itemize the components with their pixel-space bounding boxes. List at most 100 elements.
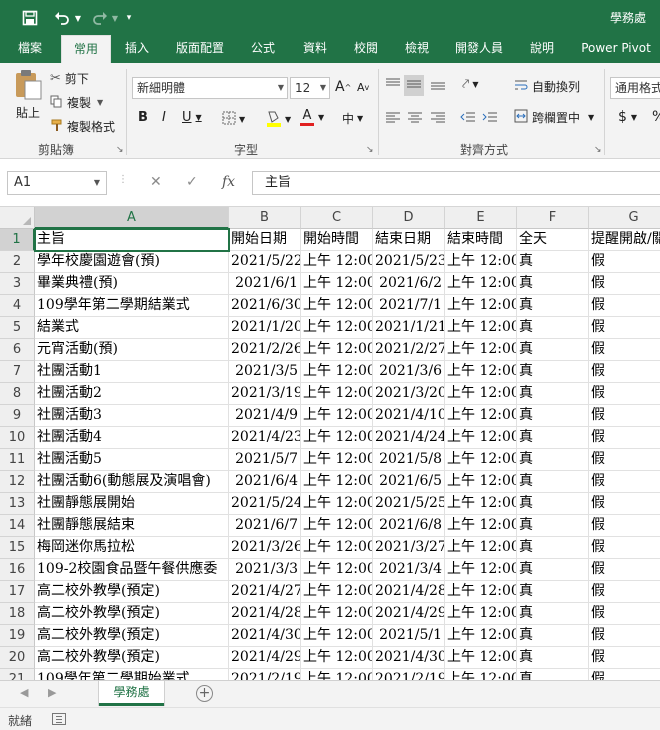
copy-button[interactable]: 複製 ▼ [50, 94, 103, 111]
row-header-10[interactable]: 10 [0, 427, 35, 449]
border-button[interactable]: ▼ [222, 111, 245, 128]
cell-d2[interactable]: 2021/5/23 [373, 251, 445, 273]
cell-f10[interactable]: 真 [517, 427, 589, 449]
align-bottom-button[interactable] [430, 77, 446, 94]
font-color-button[interactable]: A [300, 109, 314, 126]
cell-c7[interactable]: 上午 12:00 [301, 361, 373, 383]
cell-f8[interactable]: 真 [517, 383, 589, 405]
cell-a12[interactable]: 社團活動6(動態展及演唱會) [35, 471, 229, 493]
align-top-button[interactable] [385, 77, 401, 94]
cell-b20[interactable]: 2021/4/29 [229, 647, 301, 669]
cell-c3[interactable]: 上午 12:00 [301, 273, 373, 295]
cell-b5[interactable]: 2021/1/20 [229, 317, 301, 339]
row-header-6[interactable]: 6 [0, 339, 35, 361]
cell-g3[interactable]: 假 [589, 273, 660, 295]
cell-c18[interactable]: 上午 12:00 [301, 603, 373, 625]
cell-g2[interactable]: 假 [589, 251, 660, 273]
cell-f7[interactable]: 真 [517, 361, 589, 383]
worksheet-grid[interactable]: ABCDEFG 1主旨開始日期開始時間結束日期結束時間全天提醒開啟/關閉 2學年校… [0, 207, 660, 680]
cell-d16[interactable]: 2021/3/4 [373, 559, 445, 581]
cell-f16[interactable]: 真 [517, 559, 589, 581]
cell-a8[interactable]: 社團活動2 [35, 383, 229, 405]
cell-a4[interactable]: 109學年第二學期結業式 [35, 295, 229, 317]
cell-b11[interactable]: 2021/5/7 [229, 449, 301, 471]
column-header-g[interactable]: G [589, 207, 660, 229]
column-header-b[interactable]: B [229, 207, 301, 229]
tab-power-pivot[interactable]: Power Pivot [576, 35, 656, 63]
cell-e12[interactable]: 上午 12:00 [445, 471, 517, 493]
cell-c20[interactable]: 上午 12:00 [301, 647, 373, 669]
cell-c2[interactable]: 上午 12:00 [301, 251, 373, 273]
font-size-select[interactable]: 12 ▼ [290, 77, 330, 99]
redo-dropdown-icon[interactable]: ▼ [110, 8, 120, 28]
cell-b14[interactable]: 2021/6/7 [229, 515, 301, 537]
cell-b3[interactable]: 2021/6/1 [229, 273, 301, 295]
cell-b17[interactable]: 2021/4/27 [229, 581, 301, 603]
add-sheet-icon[interactable]: + [196, 685, 213, 702]
grow-font-button[interactable]: A ^ [335, 79, 351, 95]
row-header-9[interactable]: 9 [0, 405, 35, 427]
cell-d21[interactable]: 2021/2/19 [373, 669, 445, 680]
undo-dropdown-icon[interactable]: ▼ [72, 8, 84, 28]
column-header-e[interactable]: E [445, 207, 517, 229]
column-header-c[interactable]: C [301, 207, 373, 229]
cell-f4[interactable]: 真 [517, 295, 589, 317]
cell-f1[interactable]: 全天 [517, 229, 589, 251]
cell-f21[interactable]: 真 [517, 669, 589, 680]
row-header-16[interactable]: 16 [0, 559, 35, 581]
cell-b18[interactable]: 2021/4/28 [229, 603, 301, 625]
row-header-13[interactable]: 13 [0, 493, 35, 515]
cell-d7[interactable]: 2021/3/6 [373, 361, 445, 383]
sheet-tab[interactable]: 學務處 [99, 681, 164, 706]
cell-d10[interactable]: 2021/4/24 [373, 427, 445, 449]
cell-a7[interactable]: 社團活動1 [35, 361, 229, 383]
row-header-15[interactable]: 15 [0, 537, 35, 559]
cell-g20[interactable]: 假 [589, 647, 660, 669]
cell-e14[interactable]: 上午 12:00 [445, 515, 517, 537]
formula-input[interactable]: 主旨 [252, 171, 660, 195]
cell-g11[interactable]: 假 [589, 449, 660, 471]
next-sheet-icon[interactable]: ▶ [48, 686, 56, 699]
cell-a2[interactable]: 學年校慶園遊會(預) [35, 251, 229, 273]
insert-function-icon[interactable]: fx [222, 174, 235, 190]
cell-d20[interactable]: 2021/4/30 [373, 647, 445, 669]
wrap-text-button[interactable]: 自動換列 [514, 78, 580, 95]
tab-formulas[interactable]: 公式 [245, 35, 281, 63]
shrink-font-button[interactable]: Av [357, 81, 369, 94]
cell-c9[interactable]: 上午 12:00 [301, 405, 373, 427]
cell-e3[interactable]: 上午 12:00 [445, 273, 517, 295]
cell-d11[interactable]: 2021/5/8 [373, 449, 445, 471]
cell-g8[interactable]: 假 [589, 383, 660, 405]
cell-e9[interactable]: 上午 12:00 [445, 405, 517, 427]
cell-c4[interactable]: 上午 12:00 [301, 295, 373, 317]
row-header-18[interactable]: 18 [0, 603, 35, 625]
cell-b15[interactable]: 2021/3/26 [229, 537, 301, 559]
cell-a18[interactable]: 高二校外教學(預定) [35, 603, 229, 625]
cell-c17[interactable]: 上午 12:00 [301, 581, 373, 603]
cell-g12[interactable]: 假 [589, 471, 660, 493]
cell-d18[interactable]: 2021/4/29 [373, 603, 445, 625]
cell-c21[interactable]: 上午 12:00 [301, 669, 373, 680]
percent-button[interactable]: % [652, 109, 660, 125]
align-middle-button[interactable] [404, 75, 424, 96]
cell-c19[interactable]: 上午 12:00 [301, 625, 373, 647]
cell-b16[interactable]: 2021/3/3 [229, 559, 301, 581]
align-left-button[interactable] [385, 110, 401, 127]
cell-g16[interactable]: 假 [589, 559, 660, 581]
cell-b8[interactable]: 2021/3/19 [229, 383, 301, 405]
row-header-4[interactable]: 4 [0, 295, 35, 317]
tab-file[interactable]: 檔案 [10, 35, 50, 63]
cell-g9[interactable]: 假 [589, 405, 660, 427]
cell-f12[interactable]: 真 [517, 471, 589, 493]
cell-c11[interactable]: 上午 12:00 [301, 449, 373, 471]
cell-a20[interactable]: 高二校外教學(預定) [35, 647, 229, 669]
cell-e11[interactable]: 上午 12:00 [445, 449, 517, 471]
cell-d1[interactable]: 結束日期 [373, 229, 445, 251]
row-header-11[interactable]: 11 [0, 449, 35, 471]
row-header-2[interactable]: 2 [0, 251, 35, 273]
increase-indent-button[interactable] [482, 110, 498, 127]
cell-a21[interactable]: 109學年第二學期始業式 [35, 669, 229, 680]
cell-e18[interactable]: 上午 12:00 [445, 603, 517, 625]
cell-f11[interactable]: 真 [517, 449, 589, 471]
cell-e8[interactable]: 上午 12:00 [445, 383, 517, 405]
